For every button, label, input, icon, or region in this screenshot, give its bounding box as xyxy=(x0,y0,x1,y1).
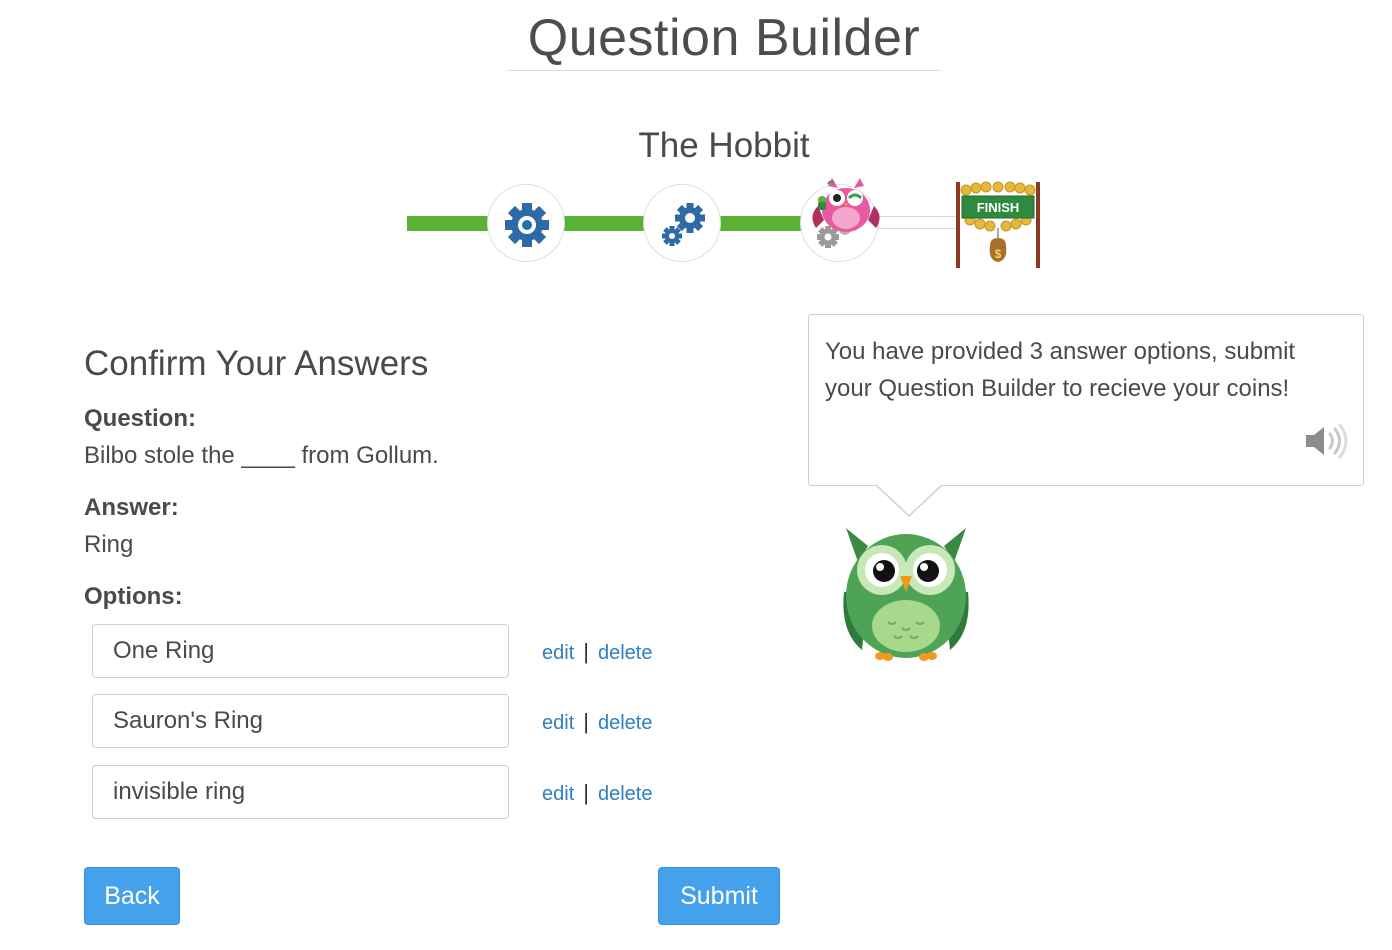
finish-banner-icon: FINISH $ xyxy=(956,181,1040,268)
delete-link[interactable]: delete xyxy=(598,712,653,734)
title-divider xyxy=(507,70,941,71)
delete-link[interactable]: delete xyxy=(598,642,653,664)
finish-money-symbol: $ xyxy=(995,247,1002,261)
option-input-3[interactable] xyxy=(92,765,509,819)
edit-link[interactable]: edit xyxy=(542,712,574,734)
page-title: Question Builder xyxy=(527,9,921,67)
option-input-1[interactable] xyxy=(92,624,509,678)
finish-label: FINISH xyxy=(977,200,1020,215)
progress-segment-1 xyxy=(407,216,489,231)
back-button[interactable]: Back xyxy=(84,867,180,925)
separator: | xyxy=(583,780,589,805)
progress-step-1 xyxy=(487,184,565,262)
speaker-icon[interactable] xyxy=(1302,422,1350,460)
option-input-2[interactable] xyxy=(92,694,509,748)
speech-bubble: You have provided 3 answer options, subm… xyxy=(808,314,1364,486)
pink-owl-marker-icon xyxy=(812,178,880,232)
question-label: Question: xyxy=(84,405,196,432)
bubble-message: You have provided 3 answer options, subm… xyxy=(825,338,1296,402)
progress-step-2 xyxy=(643,184,721,262)
gear-icon xyxy=(505,203,549,247)
delete-link[interactable]: delete xyxy=(598,783,653,805)
progress-segment-3 xyxy=(720,216,802,231)
question-text: Bilbo stole the ____ from Gollum. xyxy=(84,442,439,469)
answer-text: Ring xyxy=(84,531,134,558)
confirm-heading: Confirm Your Answers xyxy=(84,344,429,383)
option-actions-2: edit | delete xyxy=(542,709,652,735)
gears-icon xyxy=(662,203,705,246)
book-title: The Hobbit xyxy=(638,126,810,165)
separator: | xyxy=(583,639,589,664)
option-actions-3: edit | delete xyxy=(542,780,652,806)
owl-mascot-icon xyxy=(843,528,969,661)
separator: | xyxy=(583,709,589,734)
submit-button[interactable]: Submit xyxy=(658,867,780,925)
progress-segment-2 xyxy=(564,216,644,231)
edit-link[interactable]: edit xyxy=(542,783,574,805)
answer-label: Answer: xyxy=(84,494,179,521)
options-label: Options: xyxy=(84,583,183,610)
speech-bubble-tail xyxy=(876,484,942,518)
edit-link[interactable]: edit xyxy=(542,642,574,664)
option-actions-1: edit | delete xyxy=(542,639,652,665)
progress-segment-4 xyxy=(878,216,958,229)
